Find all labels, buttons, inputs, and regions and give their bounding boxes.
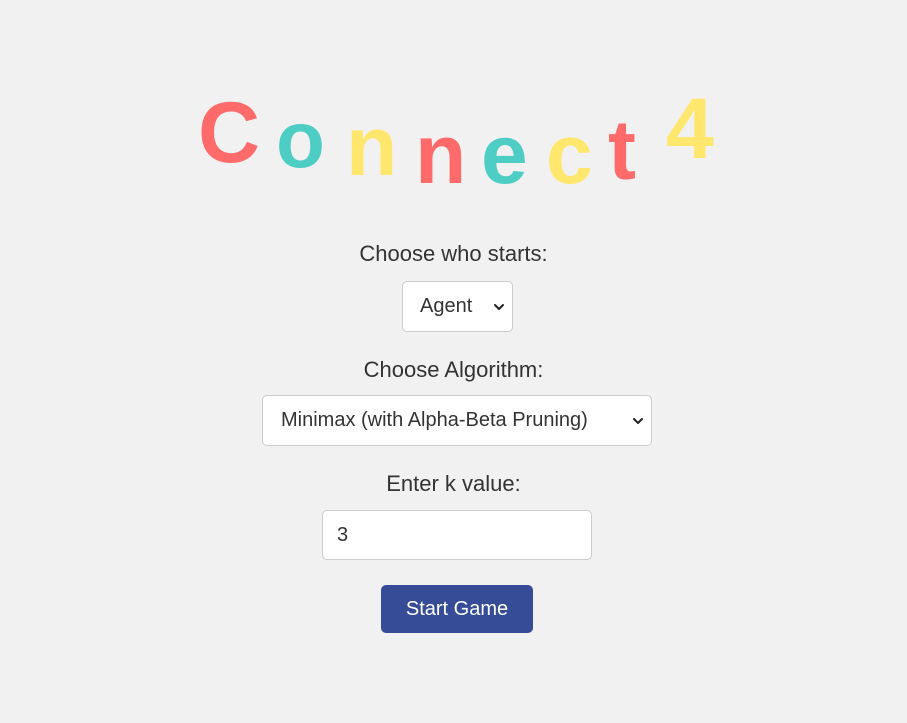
title-letter-c-2: c (546, 107, 593, 201)
algorithm-label: Choose Algorithm: (363, 357, 544, 382)
title-letter-c: C (198, 85, 261, 181)
starter-selected-value: Agent (420, 295, 473, 317)
title-letter-o: o (276, 95, 325, 184)
start-game-button[interactable]: Start Game (381, 585, 533, 633)
k-value-label: Enter k value: (386, 471, 521, 496)
k-value-text: 3 (337, 523, 349, 546)
title-letter-e: e (481, 107, 528, 201)
title-letter-t: t (608, 103, 636, 197)
title-digit-4: 4 (666, 81, 714, 177)
chevron-down-icon (633, 417, 643, 424)
title-letter-n: n (346, 99, 398, 193)
start-game-label: Start Game (405, 597, 509, 620)
starter-label: Choose who starts: (359, 241, 548, 266)
algorithm-selected-value: Minimax (with Alpha-Beta Pruning) (281, 409, 588, 431)
algorithm-select[interactable]: Minimax (with Alpha-Beta Pruning) (262, 395, 652, 446)
title-letter-n-2: n (415, 107, 467, 201)
starter-select[interactable]: Agent (402, 281, 513, 332)
chevron-down-icon (494, 303, 504, 310)
k-value-input[interactable]: 3 (322, 510, 592, 560)
connect-4-title: C o n n e c t 4 (0, 0, 907, 200)
